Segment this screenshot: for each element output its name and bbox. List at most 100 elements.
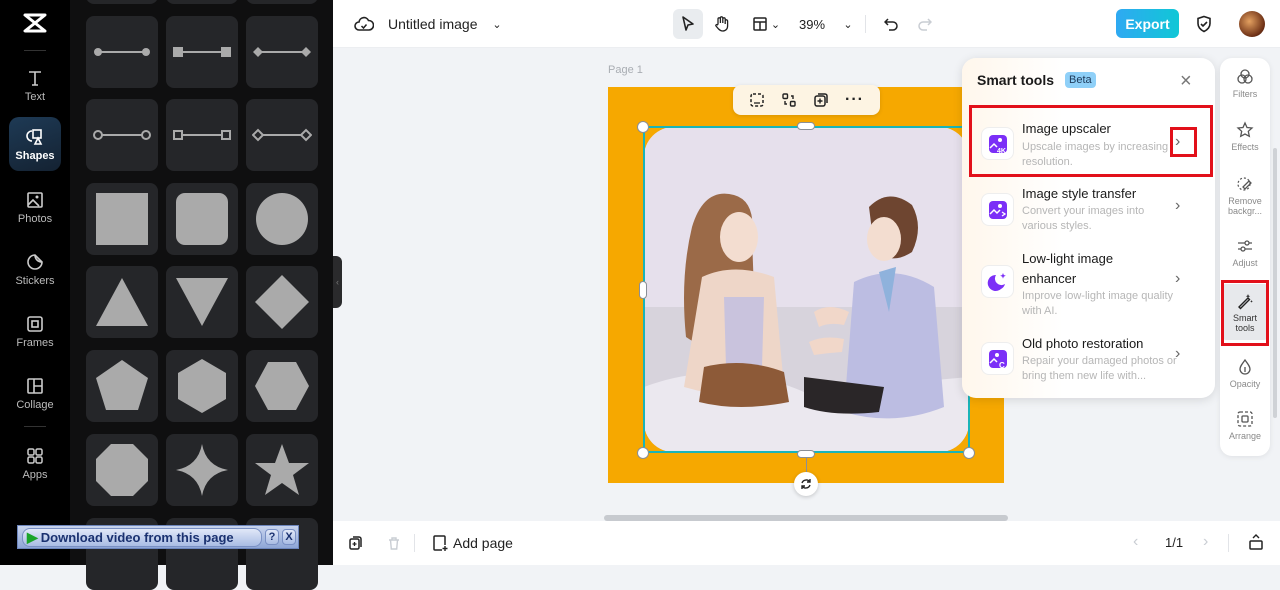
chevron-right-icon[interactable]: › [1175,345,1180,363]
page-counter: 1/1 [1165,535,1184,550]
moon-sparkle-icon [981,265,1014,298]
shape-triangle[interactable] [86,266,158,338]
shape-line-square-ends[interactable] [166,16,238,88]
shape-five-point-star[interactable] [246,434,318,506]
add-page-label: Add page [453,535,513,551]
prev-page-button[interactable]: ‹ [1133,533,1138,551]
capcut-logo [23,13,47,33]
bottom-divider [414,534,415,552]
duplicate-icon[interactable] [813,92,829,108]
resize-handle-left[interactable] [639,281,647,299]
document-title[interactable]: Untitled image [388,14,478,34]
resize-handle-top[interactable] [797,122,815,130]
shape-octagon[interactable] [86,434,158,506]
rail-item-apps[interactable]: Apps [9,436,61,490]
shape-line-open-circle-ends[interactable] [86,99,158,171]
rsb-adjust[interactable]: Adjust [1222,237,1268,268]
shape-circle[interactable] [246,183,318,255]
top-bar: Untitled image ⌄ ⌄ 39% ⌄ Export [333,0,1280,48]
shape-diamond[interactable] [246,266,318,338]
rsb-label: Effects [1231,142,1259,152]
pointer-icon [682,16,694,31]
rsb-arrange[interactable]: Arrange [1222,410,1268,441]
add-page-icon [433,535,448,551]
shape-line-open-diamond-ends[interactable] [246,99,318,171]
page-panel-toggle-icon[interactable] [1248,533,1264,551]
chevron-right-icon[interactable]: › [1175,133,1180,151]
shape-hexagon-horizontal[interactable] [246,350,318,422]
download-video-label: Download video from this page [40,529,234,545]
resize-handle-bottom[interactable] [797,450,815,458]
shape-tile[interactable] [246,0,318,4]
rsb-filters[interactable]: Filters [1222,68,1268,99]
rail-item-photos[interactable]: Photos [9,180,61,234]
help-button[interactable]: ? [265,529,279,545]
vertical-scrollbar[interactable] [1273,148,1277,418]
smart-tools-title: Smart tools [977,72,1055,88]
shape-square[interactable] [86,183,158,255]
shape-rounded-square[interactable] [166,183,238,255]
tool-desc: Convert your images into various styles. [1022,205,1145,232]
rsb-effects[interactable]: Effects [1222,121,1268,152]
download-video-button[interactable]: ▶ Download video from this page [22,527,262,547]
rail-item-label: Apps [22,468,48,481]
zoom-level[interactable]: 39% [799,14,825,34]
shape-tile[interactable] [166,0,238,4]
page-duplicate-icon[interactable] [348,535,364,551]
shape-line-open-square-ends[interactable] [166,99,238,171]
rail-item-collage[interactable]: Collage [9,366,61,420]
next-page-button[interactable]: › [1203,533,1208,551]
cloud-sync-icon[interactable] [353,14,375,34]
more-options-icon[interactable]: ··· [845,91,864,109]
delete-page-icon[interactable] [386,535,402,551]
close-icon[interactable]: × [1180,70,1192,93]
rail-item-shapes[interactable]: Shapes [9,117,61,171]
rail-item-label: Collage [16,398,54,411]
zoom-chevron-down-icon[interactable]: ⌄ [841,14,855,34]
shape-pentagon[interactable] [86,350,158,422]
bottom-divider [1228,534,1229,552]
rsb-opacity[interactable]: Opacity [1222,358,1268,389]
tool-low-light-enhancer[interactable]: Low-light image enhancer Improve low-lig… [972,248,1209,318]
redo-button[interactable] [915,14,935,34]
rail-item-frames[interactable]: Frames [9,304,61,358]
tool-image-style-transfer[interactable]: Image style transfer Convert your images… [972,183,1209,238]
layout-button[interactable]: ⌄ [746,9,786,39]
replace-icon[interactable] [781,92,797,108]
stickers-icon [27,253,43,270]
photos-icon [27,191,43,208]
crop-select-icon[interactable] [749,92,765,108]
redo-icon [918,18,932,31]
shield-check-button[interactable] [1193,13,1215,35]
tool-image-upscaler[interactable]: 4K Image upscaler Upscale images by incr… [972,113,1209,173]
hand-tool-button[interactable] [709,9,735,39]
canvas-image[interactable] [644,127,969,452]
chevron-right-icon[interactable]: › [1175,270,1180,288]
shape-line-diamond-ends[interactable] [246,16,318,88]
svg-text:C: C [999,361,1005,370]
undo-button[interactable] [881,14,901,34]
rail-item-text[interactable]: Text [9,58,61,112]
select-tool-button[interactable] [673,9,703,39]
resize-handle-bottom-right[interactable] [963,447,975,459]
resize-handle-bottom-left[interactable] [637,447,649,459]
rotate-handle[interactable] [794,472,818,496]
shape-four-point-star[interactable] [166,434,238,506]
tool-name: Old photo restoration [1022,336,1144,351]
shape-hexagon-vertical[interactable] [166,350,238,422]
title-chevron-down-icon[interactable]: ⌄ [490,14,504,34]
rsb-smart-tools[interactable]: Smart tools [1222,284,1268,340]
shape-line-dot-ends[interactable] [86,16,158,88]
export-button[interactable]: Export [1116,9,1179,38]
collapse-panel-handle[interactable]: ‹ [333,256,342,308]
rsb-remove-background[interactable]: Remove backgr... [1222,175,1268,216]
resize-handle-top-left[interactable] [637,121,649,133]
shape-inverted-triangle[interactable] [166,266,238,338]
user-avatar[interactable] [1239,11,1265,37]
chevron-right-icon[interactable]: › [1175,197,1180,215]
close-download-bar-button[interactable]: X [282,529,296,545]
tool-old-photo-restoration[interactable]: C Old photo restoration Repair your dama… [972,333,1209,388]
add-page-button[interactable]: Add page [432,534,513,552]
shape-tile[interactable] [86,0,158,4]
rail-item-stickers[interactable]: Stickers [9,242,61,296]
